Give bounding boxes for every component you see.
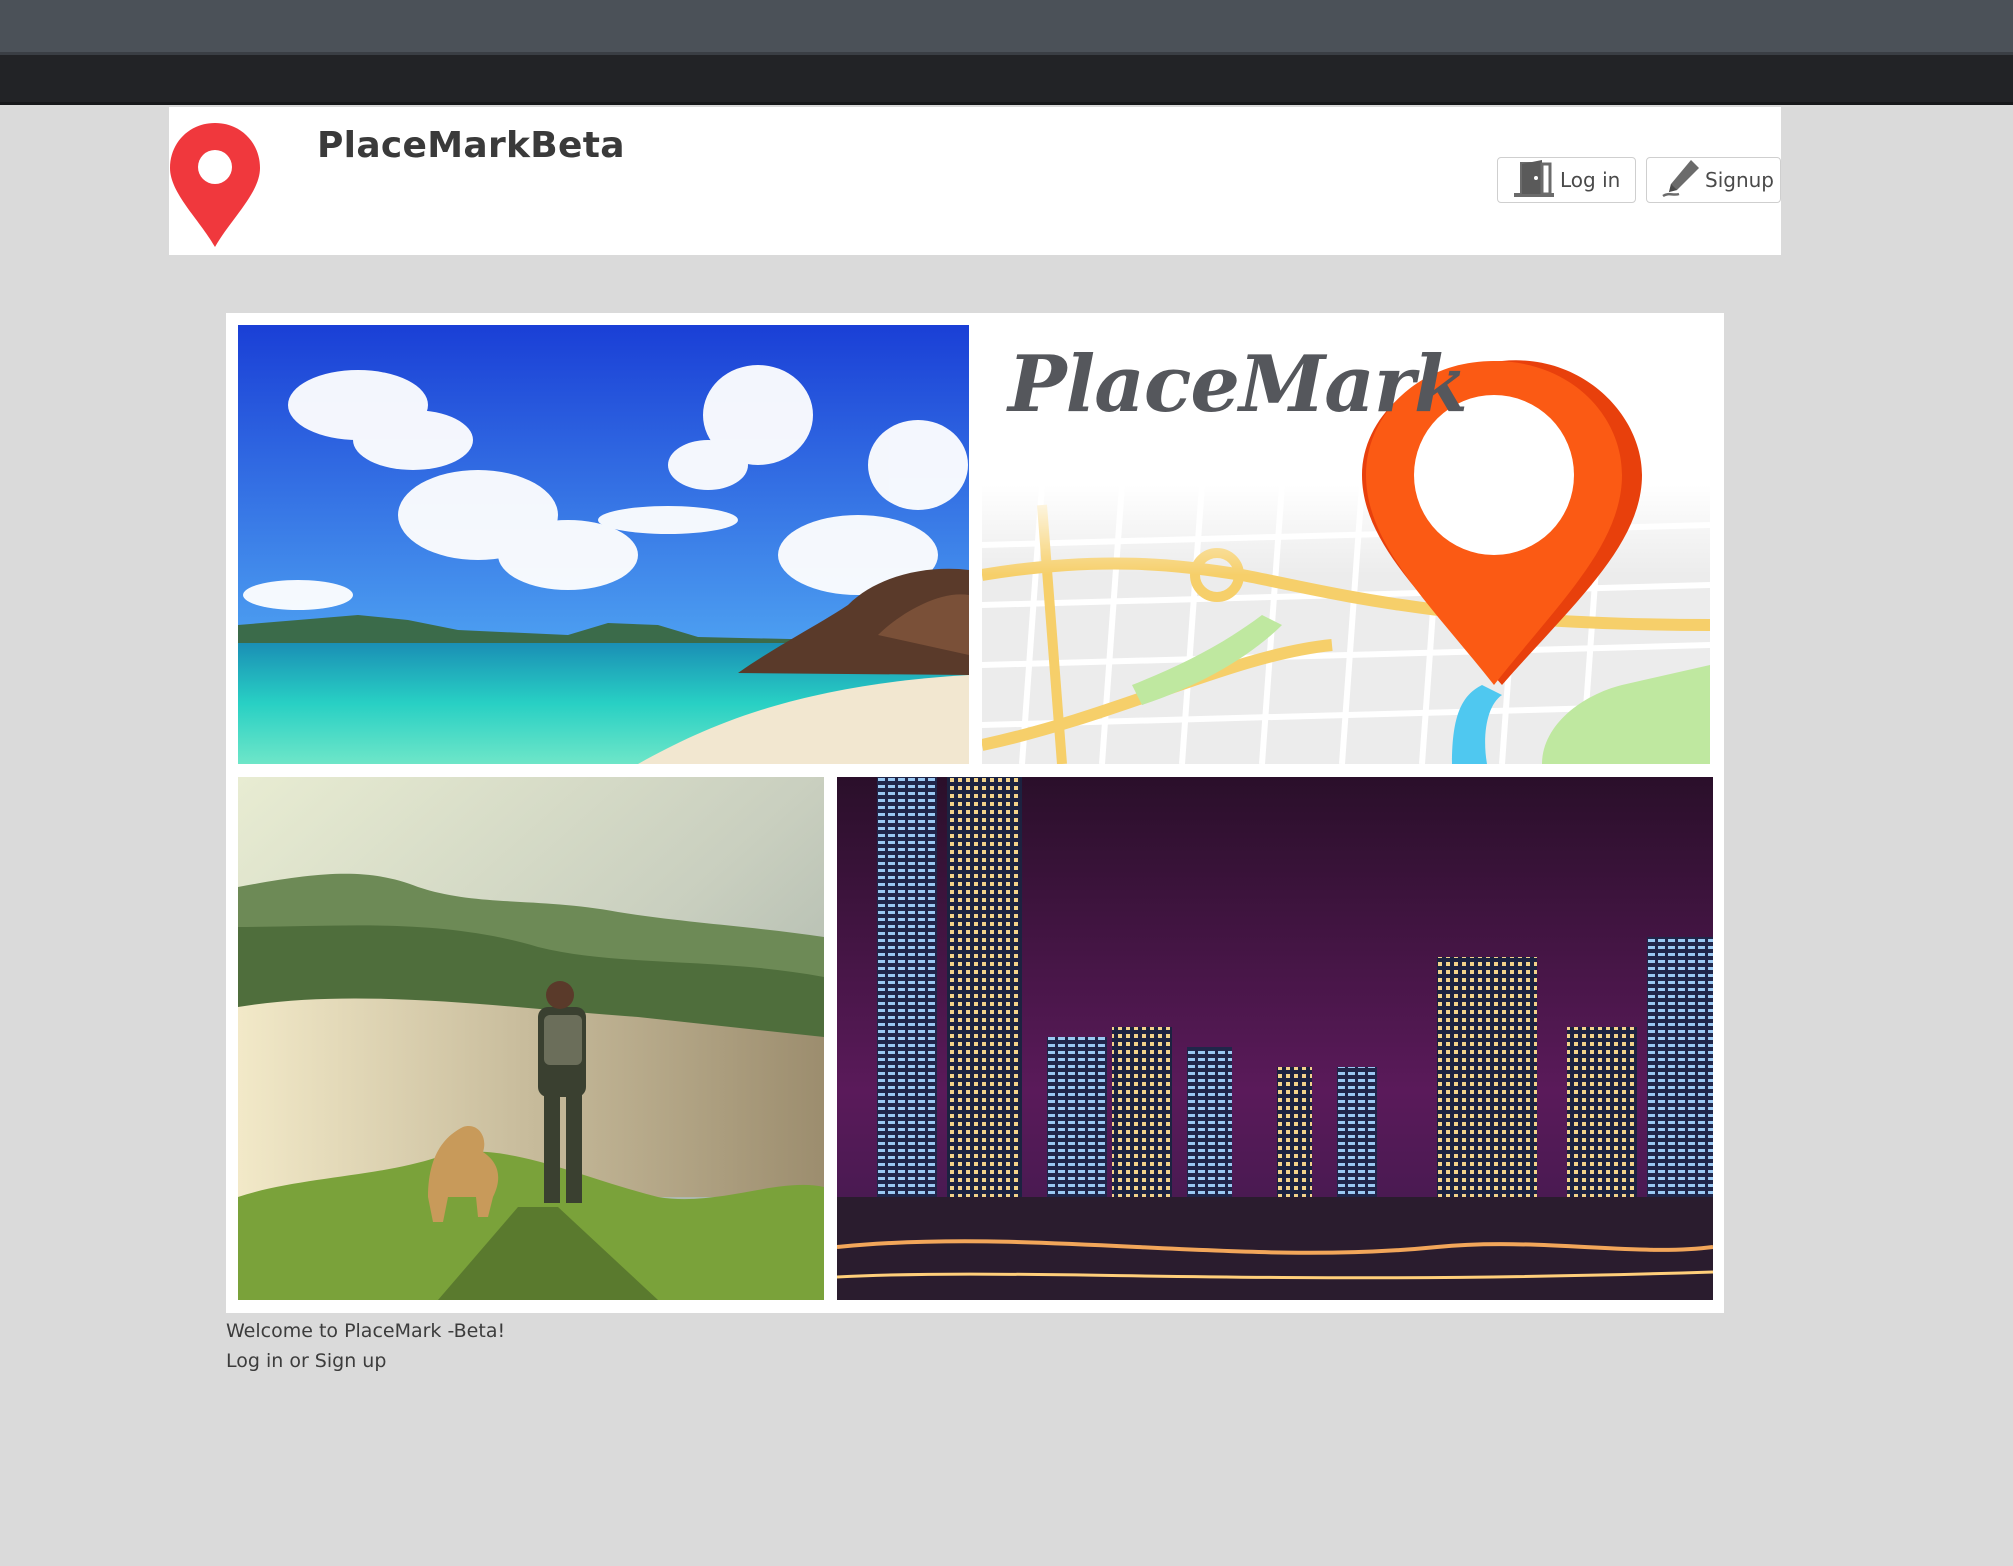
login-signup-prompt: Log in or Sign up (226, 1350, 387, 1372)
pen-icon (1661, 158, 1701, 203)
map-pin-icon[interactable] (169, 121, 261, 249)
city-night-photo (837, 777, 1713, 1300)
hero-collage: PlaceMark (226, 313, 1724, 1313)
brand-title[interactable]: PlaceMarkBeta (317, 125, 625, 166)
browser-toolbar (0, 55, 2013, 105)
hiker-lake-photo (238, 777, 824, 1300)
welcome-text: Welcome to PlaceMark -Beta! Log in or Si… (226, 1316, 505, 1376)
placemark-logo-image: PlaceMark (982, 325, 1710, 764)
welcome-line: Welcome to PlaceMark -Beta! (226, 1320, 506, 1342)
placemark-logo-text: PlaceMark (1008, 339, 1468, 430)
navbar: PlaceMarkBeta Log in Signup (169, 107, 1781, 255)
door-icon (1512, 158, 1556, 203)
browser-top-bar (0, 0, 2013, 55)
signup-button[interactable]: Signup (1646, 157, 1781, 203)
login-button[interactable]: Log in (1497, 157, 1636, 203)
login-label: Log in (1560, 168, 1621, 192)
beach-photo (238, 325, 969, 764)
signup-label: Signup (1705, 168, 1774, 192)
